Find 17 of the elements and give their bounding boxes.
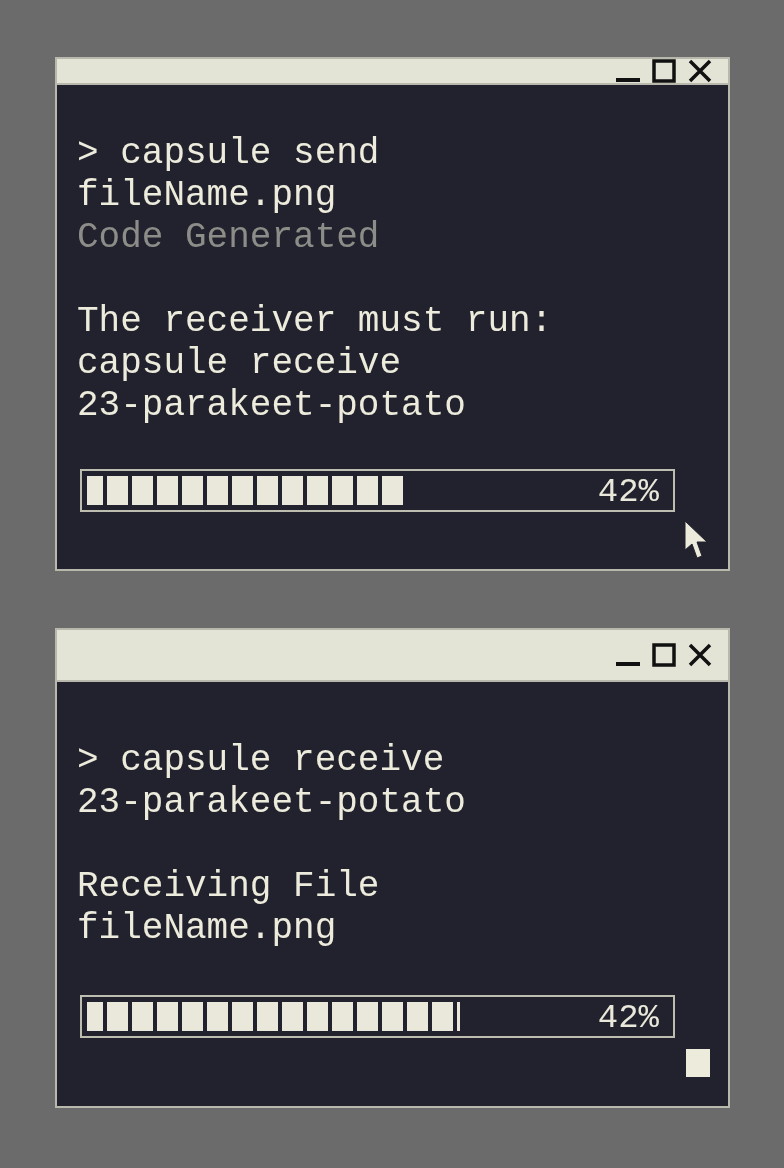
- terminal-line: fileName.png: [77, 175, 338, 217]
- terminal-line: > capsule receive: [77, 740, 446, 782]
- close-icon[interactable]: [688, 59, 712, 83]
- terminal-line: > capsule send: [77, 133, 381, 175]
- terminal-line: 23-parakeet-potato: [77, 782, 467, 824]
- close-icon[interactable]: [688, 643, 712, 667]
- status-line: Code Generated: [77, 217, 381, 259]
- terminal-line: Receiving File: [77, 866, 381, 908]
- terminal-line: 23-parakeet-potato: [77, 385, 467, 427]
- progress-percentage: 42%: [597, 1001, 659, 1035]
- maximize-icon[interactable]: [652, 59, 676, 83]
- terminal-line: fileName.png: [77, 908, 338, 950]
- block-cursor-icon: [686, 1049, 710, 1077]
- terminal-line: The receiver must run:: [77, 301, 554, 343]
- progress-percentage: 42%: [597, 475, 659, 509]
- maximize-icon[interactable]: [652, 643, 676, 667]
- terminal-line: capsule receive: [77, 343, 403, 385]
